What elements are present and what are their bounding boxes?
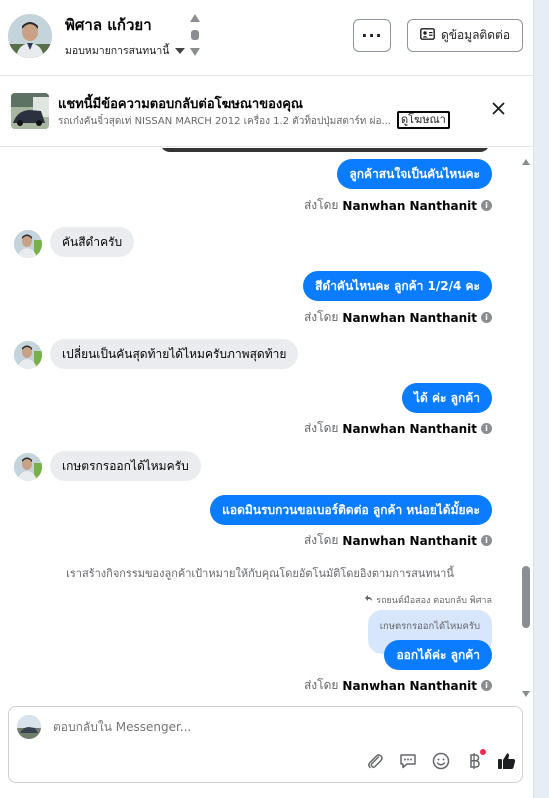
sent-by-prefix: ส่งโดย — [303, 198, 339, 212]
message-outgoing[interactable]: ออกได้ค่ะ ลูกค้า — [384, 640, 492, 670]
message-incoming[interactable]: เปลี่ยนเป็นคันสุดท้ายได้ไหมครับภาพสุดท้า… — [50, 339, 299, 369]
more-options-button[interactable]: ··· — [353, 19, 391, 52]
reply-context-text: รถยนต์มือสอง ตอบกลับ พิศาล — [376, 596, 492, 606]
payment-icon[interactable] — [463, 749, 486, 771]
message-incoming[interactable]: คันสีดำครับ — [50, 227, 135, 257]
assign-conversation-dropdown[interactable]: มอบหมายการสนทนานี้ — [65, 42, 186, 59]
scroll-down-icon[interactable] — [521, 683, 531, 702]
message-outgoing[interactable]: แอดมินรบกวนขอเบอร์ติดต่อ ลูกค้า หน่อยได้… — [210, 495, 492, 525]
sender-name: Nanwhan Nanthanit — [342, 533, 477, 548]
composer-toolbar — [364, 749, 517, 771]
message-outgoing[interactable]: ลูกค้าสนใจเป็นคันไหนคะ — [337, 159, 492, 189]
message-incoming[interactable]: เกษตรกรออกได้ไหมครับ — [50, 451, 201, 481]
reply-input[interactable] — [53, 720, 353, 734]
sent-by-prefix: ส่งโดย — [303, 533, 339, 547]
system-message: เราสร้างกิจกรรมของลูกค้าเป้าหมายให้กับคุ… — [66, 567, 454, 580]
sender-name: Nanwhan Nanthanit — [342, 310, 477, 325]
scroll-up-icon[interactable] — [521, 151, 531, 170]
sent-by-prefix: ส่งโดย — [303, 310, 339, 324]
chevron-updown-icon[interactable] — [189, 12, 201, 58]
view-contact-label: ดูข้อมูลติดต่อ — [440, 28, 511, 42]
message-list[interactable]: ลูกค้าสนใจเป็นคันไหนคะ ส่งโดย Nanwhan Na… — [0, 148, 520, 698]
ad-reply-banner: แชทนี้มีข้อความตอบกลับต่อโฆษณาของคุณ รถเ… — [0, 77, 534, 147]
info-icon[interactable]: i — [481, 423, 492, 434]
ad-thumbnail — [11, 93, 49, 129]
view-contact-button[interactable]: ดูข้อมูลติดต่อ — [407, 19, 523, 52]
info-icon[interactable]: i — [481, 680, 492, 691]
avatar — [14, 453, 42, 481]
sent-by-label: ส่งโดย Nanwhan Nanthanit i — [304, 676, 492, 695]
avatar — [14, 341, 42, 369]
close-icon[interactable] — [492, 100, 505, 119]
sent-by-label: ส่งโดย Nanwhan Nanthanit i — [304, 419, 492, 438]
page-avatar — [17, 715, 41, 739]
ad-banner-subtitle: รถเก๋งคันจิ๋วสุดเท่ NISSAN MARCH 2012 เค… — [58, 116, 391, 127]
contact-name: พิศาล แก้วยา — [65, 16, 152, 34]
sender-name: Nanwhan Nanthanit — [342, 678, 477, 693]
message-outgoing[interactable]: ได้ ค่ะ ลูกค้า — [401, 383, 492, 413]
emoji-icon[interactable] — [430, 750, 451, 771]
sent-by-label: ส่งโดย Nanwhan Nanthanit i — [304, 308, 492, 327]
assign-label: มอบหมายการสนทนานี้ — [65, 45, 170, 57]
inbox-panel: พิศาล แก้วยา มอบหมายการสนทนานี้ ··· ดูข้… — [0, 0, 534, 798]
sent-by-prefix: ส่งโดย — [303, 678, 339, 692]
contact-card-icon — [420, 28, 435, 43]
sent-by-label: ส่งโดย Nanwhan Nanthanit i — [304, 196, 492, 215]
view-ad-link[interactable]: ดูโฆษณา — [397, 111, 450, 129]
message-composer — [8, 706, 523, 783]
chevron-down-icon — [175, 47, 186, 54]
notification-dot — [480, 749, 486, 755]
conversation-header: พิศาล แก้วยา มอบหมายการสนทนานี้ ··· ดูข้… — [0, 0, 534, 76]
attach-icon[interactable] — [364, 750, 385, 771]
reply-context-label: รถยนต์มือสอง ตอบกลับ พิศาล — [365, 593, 492, 607]
window-edge — [534, 0, 549, 798]
contact-avatar[interactable] — [8, 14, 52, 58]
saved-reply-icon[interactable] — [397, 750, 418, 771]
reply-arrow-icon — [365, 595, 373, 605]
sent-by-prefix: ส่งโดย — [303, 421, 339, 435]
sender-name: Nanwhan Nanthanit — [342, 421, 477, 436]
scrollbar-thumb[interactable] — [522, 566, 530, 628]
ad-banner-title: แชทนี้มีข้อความตอบกลับต่อโฆษณาของคุณ — [58, 97, 303, 112]
previous-message-bubble — [160, 148, 490, 152]
info-icon[interactable]: i — [481, 535, 492, 546]
like-icon[interactable] — [496, 750, 517, 771]
sender-name: Nanwhan Nanthanit — [342, 198, 477, 213]
avatar — [14, 230, 42, 258]
message-outgoing[interactable]: สีดำคันไหนคะ ลูกค้า 1/2/4 คะ — [303, 271, 492, 301]
info-icon[interactable]: i — [481, 200, 492, 211]
info-icon[interactable]: i — [481, 312, 492, 323]
sent-by-label: ส่งโดย Nanwhan Nanthanit i — [304, 531, 492, 550]
